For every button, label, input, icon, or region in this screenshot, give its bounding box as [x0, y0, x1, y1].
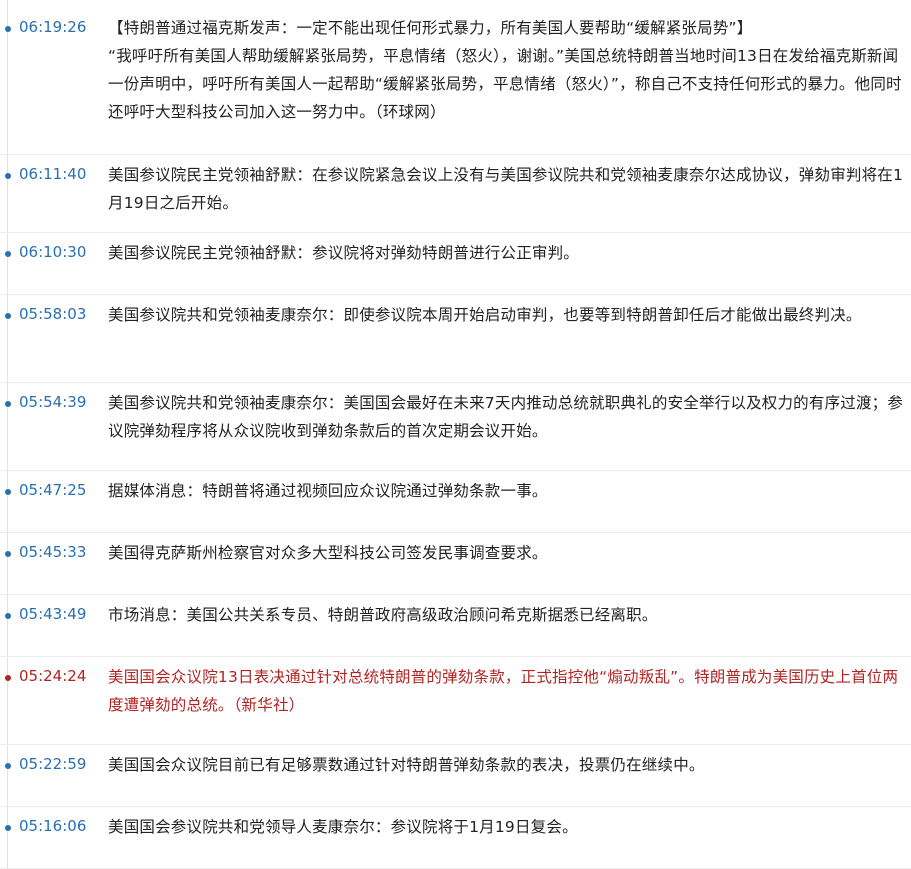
news-item: 06:19:26 【特朗普通过福克斯发声：一定不能出现任何形式暴力，所有美国人要…	[0, 8, 911, 155]
news-text: 美国参议院民主党领袖舒默：参议院将对弹劾特朗普进行公正审判。	[108, 244, 580, 262]
timeline-dot-icon	[5, 489, 11, 495]
timeline-dot-icon	[5, 825, 11, 831]
news-time: 06:11:40	[19, 165, 87, 183]
news-body: 【特朗普通过福克斯发声：一定不能出现任何形式暴力，所有美国人要帮助“缓解紧张局势…	[108, 14, 904, 126]
timeline-dot-icon	[5, 551, 11, 557]
news-text: 美国得克萨斯州检察官对众多大型科技公司签发民事调查要求。	[108, 544, 548, 562]
news-text: 美国国会参议院共和党领导人麦康奈尔：参议院将于1月19日复会。	[108, 818, 578, 836]
news-text: 市场消息：美国公共关系专员、特朗普政府高级政治顾问希克斯据悉已经离职。	[108, 606, 658, 624]
news-time: 05:58:03	[19, 305, 87, 323]
timeline-dot-icon	[5, 173, 11, 179]
news-text: 美国国会众议院目前已有足够票数通过针对特朗普弹劾条款的表决，投票仍在继续中。	[108, 756, 705, 774]
news-time: 06:19:26	[19, 18, 87, 36]
news-time: 05:16:06	[19, 817, 87, 835]
news-time: 05:24:24	[19, 667, 87, 685]
news-text: 据媒体消息：特朗普将通过视频回应众议院通过弹劾条款一事。	[108, 482, 548, 500]
timeline-dot-icon	[5, 401, 11, 407]
timeline-dot-icon	[5, 763, 11, 769]
timeline-dot-icon	[5, 26, 11, 32]
news-time: 05:45:33	[19, 543, 87, 561]
news-feed: 06:19:26 【特朗普通过福克斯发声：一定不能出现任何形式暴力，所有美国人要…	[0, 8, 911, 869]
news-item: 05:16:06 美国国会参议院共和党领导人麦康奈尔：参议院将于1月19日复会。	[0, 807, 911, 869]
timeline-dot-icon	[5, 613, 11, 619]
news-time: 05:43:49	[19, 605, 87, 623]
news-time: 06:10:30	[19, 243, 87, 261]
news-text: 美国参议院民主党领袖舒默：在参议院紧急会议上没有与美国参议院共和党领袖麦康奈尔达…	[108, 166, 904, 212]
news-text: 美国参议院共和党领袖麦康奈尔：美国国会最好在未来7天内推动总统就职典礼的安全举行…	[108, 394, 904, 440]
news-item: 05:22:59 美国国会众议院目前已有足够票数通过针对特朗普弹劾条款的表决，投…	[0, 745, 911, 807]
news-item: 06:10:30 美国参议院民主党领袖舒默：参议院将对弹劾特朗普进行公正审判。	[0, 233, 911, 295]
news-text: 美国国会众议院13日表决通过针对总统特朗普的弹劾条款，正式指控他“煽动叛乱”。特…	[108, 668, 899, 714]
news-item-highlighted: 05:24:24 美国国会众议院13日表决通过针对总统特朗普的弹劾条款，正式指控…	[0, 657, 911, 745]
news-headline: 【特朗普通过福克斯发声：一定不能出现任何形式暴力，所有美国人要帮助“缓解紧张局势…	[108, 19, 753, 37]
timeline-dot-icon	[5, 251, 11, 257]
news-time: 05:47:25	[19, 481, 87, 499]
news-item: 05:47:25 据媒体消息：特朗普将通过视频回应众议院通过弹劾条款一事。	[0, 471, 911, 533]
timeline-dot-icon	[5, 675, 11, 681]
news-time: 05:54:39	[19, 393, 87, 411]
news-time: 05:22:59	[19, 755, 87, 773]
news-timeline: 06:19:26 【特朗普通过福克斯发声：一定不能出现任何形式暴力，所有美国人要…	[0, 0, 911, 869]
news-item: 05:45:33 美国得克萨斯州检察官对众多大型科技公司签发民事调查要求。	[0, 533, 911, 595]
timeline-dot-icon	[5, 313, 11, 319]
news-item: 05:58:03 美国参议院共和党领袖麦康奈尔：即使参议院本周开始启动审判，也要…	[0, 295, 911, 383]
news-text: 美国参议院共和党领袖麦康奈尔：即使参议院本周开始启动审判，也要等到特朗普卸任后才…	[108, 306, 862, 324]
news-item: 05:43:49 市场消息：美国公共关系专员、特朗普政府高级政治顾问希克斯据悉已…	[0, 595, 911, 657]
news-item: 05:54:39 美国参议院共和党领袖麦康奈尔：美国国会最好在未来7天内推动总统…	[0, 383, 911, 471]
news-item: 06:11:40 美国参议院民主党领袖舒默：在参议院紧急会议上没有与美国参议院共…	[0, 155, 911, 233]
news-text: “我呼吁所有美国人帮助缓解紧张局势，平息情绪（怒火），谢谢。”美国总统特朗普当地…	[108, 47, 902, 121]
